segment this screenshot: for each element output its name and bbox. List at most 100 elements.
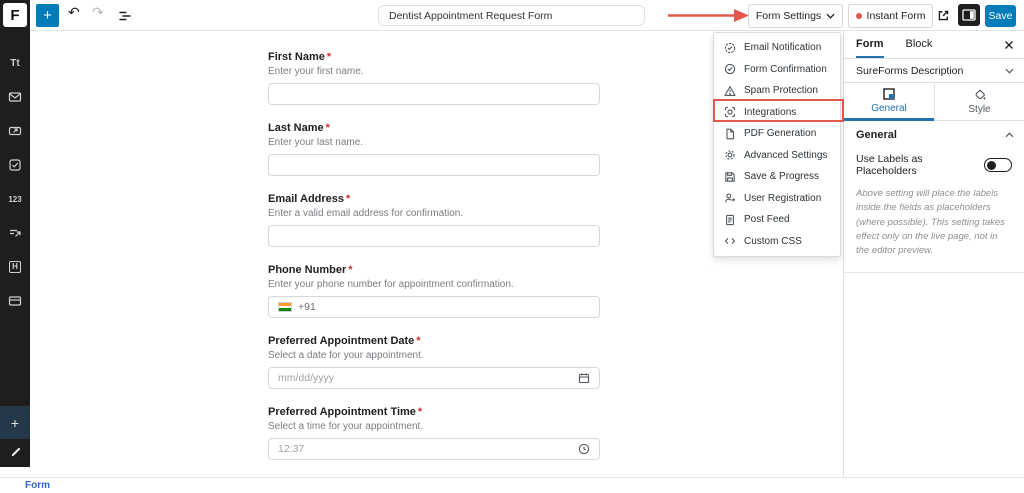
left-field-toolbar: F Tt 123 H +	[0, 0, 30, 467]
instant-form-label: Instant Form	[867, 10, 926, 22]
pdf-generation-icon	[724, 128, 736, 140]
save-button[interactable]: Save	[985, 5, 1016, 27]
field-help: Enter your first name.	[268, 66, 600, 78]
preview-external-link-icon[interactable]	[936, 8, 951, 23]
hidden-field-icon[interactable]: H	[0, 250, 30, 284]
tab-general[interactable]: General	[844, 83, 934, 121]
phone-input[interactable]: +91	[268, 296, 600, 318]
use-labels-row: Use Labels as Placeholders	[844, 153, 1024, 177]
menu-item-label: Email Notification	[744, 42, 821, 53]
sureforms-logo[interactable]: F	[3, 3, 27, 27]
india-flag-icon[interactable]	[278, 302, 292, 312]
options-kebab-menu[interactable]: ⋮	[1020, 6, 1024, 22]
settings-panel-toggle-button[interactable]	[958, 4, 980, 26]
date-input[interactable]: mm/dd/yyyy	[268, 367, 600, 389]
required-mark: *	[327, 51, 331, 63]
menu-item-advanced-settings[interactable]: Advanced Settings	[714, 145, 840, 167]
field-time: Preferred Appointment Time* Select a tim…	[268, 406, 600, 460]
editor-topbar: + ↶ ↷ Form Settings Instant Form Save ⋮	[30, 0, 1024, 31]
field-label: First Name	[268, 51, 325, 63]
last-name-input[interactable]	[268, 154, 600, 176]
add-block-button[interactable]: +	[36, 4, 59, 27]
form-settings-button[interactable]: Form Settings	[748, 4, 843, 28]
field-phone: Phone Number* Enter your phone number fo…	[268, 264, 600, 318]
checkbox-field-icon[interactable]	[0, 148, 30, 182]
tab-block[interactable]: Block	[906, 31, 933, 58]
required-mark: *	[326, 122, 330, 134]
tab-style[interactable]: Style	[934, 83, 1024, 121]
menu-item-label: Advanced Settings	[744, 150, 827, 161]
text-field-icon[interactable]: Tt	[0, 46, 30, 80]
menu-item-label: Integrations	[744, 107, 796, 118]
field-help: Enter your last name.	[268, 137, 600, 149]
phone-prefix: +91	[298, 301, 316, 313]
paint-bucket-icon	[974, 89, 986, 101]
required-mark: *	[418, 406, 422, 418]
menu-item-spam-protection[interactable]: Spam Protection	[714, 80, 840, 102]
field-help: Enter your phone number for appointment …	[268, 279, 600, 291]
custom-css-icon	[724, 235, 736, 247]
menu-item-post-feed[interactable]: Post Feed	[714, 209, 840, 231]
menu-item-form-confirmation[interactable]: Form Confirmation	[714, 59, 840, 81]
toggle-helper-text: Above setting will place the labels insi…	[856, 187, 1012, 258]
list-view-button[interactable]	[118, 9, 132, 23]
breadcrumb[interactable]: Form	[25, 480, 50, 491]
calendar-icon	[578, 372, 590, 384]
integrations-icon	[724, 106, 736, 118]
close-icon[interactable]	[1004, 31, 1014, 58]
sureforms-description-row[interactable]: SureForms Description	[844, 59, 1024, 83]
first-name-input[interactable]	[268, 83, 600, 105]
card-field-icon[interactable]	[0, 284, 30, 318]
menu-item-save-progress[interactable]: Save & Progress	[714, 166, 840, 188]
general-section-header[interactable]: General	[844, 121, 1024, 149]
menu-item-pdf-generation[interactable]: PDF Generation	[714, 123, 840, 145]
time-value: 12:37	[278, 443, 304, 455]
field-last-name: Last Name* Enter your last name.	[268, 122, 600, 176]
save-progress-icon	[724, 171, 736, 183]
use-labels-toggle[interactable]	[984, 158, 1012, 172]
post-feed-icon	[724, 214, 736, 226]
menu-item-label: User Registration	[744, 193, 821, 204]
email-field-icon[interactable]	[0, 80, 30, 114]
select-field-icon[interactable]	[0, 216, 30, 250]
clock-icon	[578, 443, 590, 455]
menu-item-email-notification[interactable]: Email Notification	[714, 37, 840, 59]
email-input[interactable]	[268, 225, 600, 247]
menu-item-label: Spam Protection	[744, 85, 818, 96]
description-label: SureForms Description	[856, 65, 963, 77]
spam-protection-icon	[724, 85, 736, 97]
redo-button[interactable]: ↷	[92, 4, 104, 21]
menu-item-label: Post Feed	[744, 214, 790, 225]
panel-subtabs: General Style	[844, 83, 1024, 121]
number-field-icon[interactable]: 123	[0, 182, 30, 216]
required-mark: *	[346, 193, 350, 205]
chevron-down-icon	[826, 13, 835, 19]
time-input[interactable]: 12:37	[268, 438, 600, 460]
instant-form-dot-icon	[856, 13, 862, 19]
field-label: Email Address	[268, 193, 344, 205]
panel-tabs: Form Block	[844, 31, 1024, 59]
toggle-label: Use Labels as Placeholders	[856, 153, 984, 177]
tab-form[interactable]: Form	[856, 31, 884, 58]
undo-button[interactable]: ↶	[68, 4, 80, 21]
form-title-input[interactable]	[378, 5, 645, 26]
menu-item-label: Save & Progress	[744, 171, 819, 182]
field-label: Preferred Appointment Date	[268, 335, 414, 347]
panel-divider	[844, 272, 1024, 273]
instant-form-button[interactable]: Instant Form	[848, 4, 933, 28]
edit-pencil-icon[interactable]	[9, 441, 21, 463]
sidebar-add-button[interactable]: +	[0, 406, 30, 439]
menu-item-user-registration[interactable]: User Registration	[714, 188, 840, 210]
menu-item-integrations[interactable]: Integrations	[714, 102, 840, 124]
menu-item-custom-css[interactable]: Custom CSS	[714, 231, 840, 253]
menu-item-label: Form Confirmation	[744, 64, 827, 75]
menu-item-label: PDF Generation	[744, 128, 816, 139]
form-settings-label: Form Settings	[756, 10, 821, 22]
menu-item-label: Custom CSS	[744, 236, 802, 247]
required-mark: *	[348, 264, 352, 276]
chevron-down-icon	[1005, 68, 1014, 74]
url-field-icon[interactable]	[0, 114, 30, 148]
chevron-up-icon	[1005, 132, 1014, 138]
form-confirmation-icon	[724, 63, 736, 75]
date-placeholder: mm/dd/yyyy	[278, 372, 334, 384]
